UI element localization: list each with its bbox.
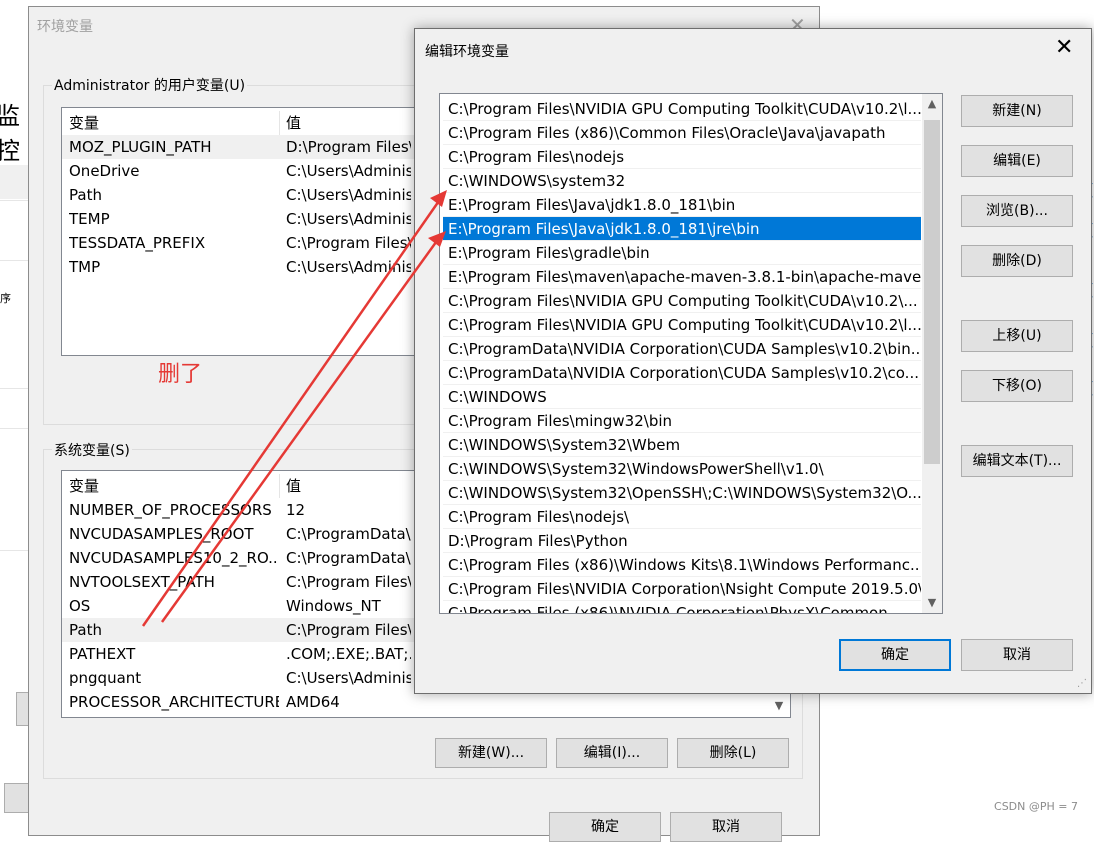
annotation-arrow-line — [160, 237, 441, 623]
watermark: CSDN @PH = 7 — [994, 800, 1078, 813]
annotation-arrowhead — [430, 190, 447, 207]
annotation-arrow-line — [141, 197, 443, 627]
annotation-arrowhead — [428, 231, 446, 247]
annotation-arrows — [141, 190, 447, 627]
